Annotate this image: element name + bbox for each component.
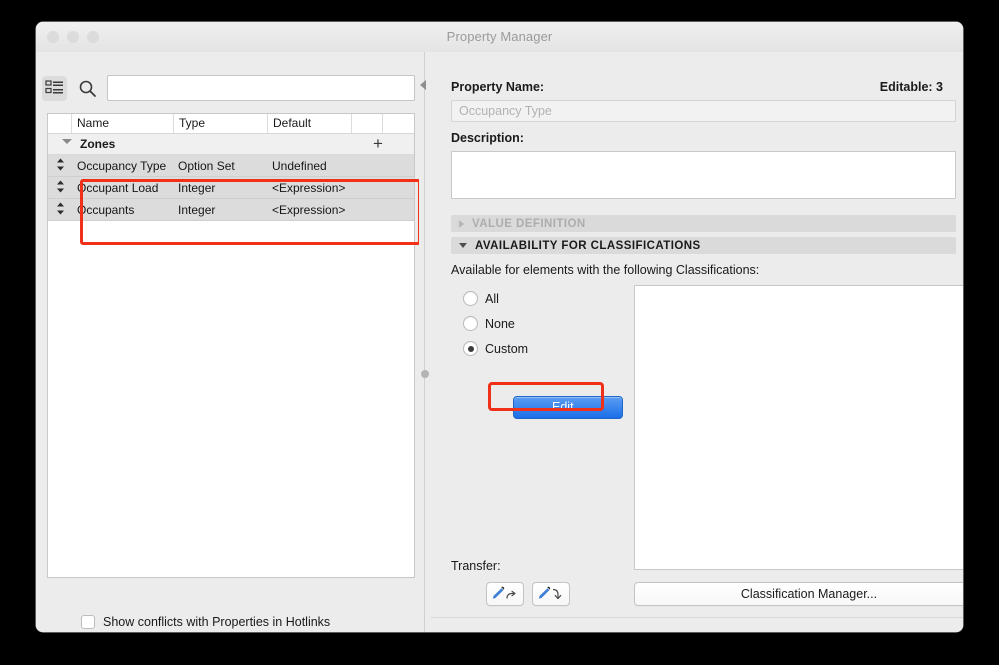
description-label: Description: — [451, 131, 524, 145]
property-name-field[interactable] — [451, 100, 956, 122]
row-default: Undefined — [272, 158, 327, 173]
property-manager-window: Property Manager Name Type Default Zones… — [36, 22, 963, 632]
search-field[interactable] — [107, 75, 415, 101]
eyedropper-down-icon — [538, 586, 562, 599]
table-group-row-zones[interactable]: Zones + — [48, 134, 414, 155]
table-row[interactable]: Occupants Integer <Expression> — [48, 199, 414, 221]
collapse-left-arrow-icon[interactable] — [420, 80, 426, 90]
column-header-type[interactable]: Type — [174, 114, 268, 133]
section-availability-label: AVAILABILITY FOR CLASSIFICATIONS — [475, 239, 701, 252]
table-header-row: Name Type Default — [48, 114, 414, 134]
splitter-grip-handle[interactable] — [421, 370, 429, 378]
row-type: Option Set — [178, 158, 235, 173]
properties-table[interactable]: Name Type Default Zones + Occupancy Type… — [47, 113, 415, 578]
availability-radio-group: All None Custom — [463, 286, 528, 361]
row-drag-handle-icon[interactable] — [48, 180, 72, 196]
left-pane: Name Type Default Zones + Occupancy Type… — [36, 52, 421, 632]
radio-option-custom[interactable]: Custom — [463, 336, 528, 361]
right-pane: Property Name: Editable: 3 Description: … — [431, 52, 963, 632]
row-name: Occupant Load — [77, 180, 159, 195]
eyedropper-up-icon — [492, 586, 516, 599]
editable-count-label: Editable: 3 — [879, 80, 943, 94]
radio-icon[interactable] — [463, 316, 478, 331]
search-input[interactable] — [108, 76, 414, 100]
title-bar: Property Manager — [36, 22, 963, 53]
radio-label: All — [485, 291, 499, 306]
row-name: Occupants — [77, 202, 135, 217]
transfer-pick-button[interactable] — [486, 582, 524, 606]
add-property-icon[interactable]: + — [370, 135, 386, 152]
show-conflicts-checkbox[interactable] — [81, 615, 95, 629]
row-drag-handle-icon[interactable] — [48, 202, 72, 218]
edit-button-wrapper: Edit... — [488, 382, 623, 419]
classification-manager-button[interactable]: Classification Manager... — [634, 582, 963, 606]
section-availability[interactable]: AVAILABILITY FOR CLASSIFICATIONS — [451, 237, 956, 254]
group-label: Zones — [80, 137, 116, 151]
transfer-label: Transfer: — [451, 559, 501, 573]
radio-label: None — [485, 316, 515, 331]
radio-icon[interactable] — [463, 291, 478, 306]
table-row[interactable]: Occupant Load Integer <Expression> — [48, 177, 414, 199]
table-row[interactable]: Occupancy Type Option Set Undefined — [48, 155, 414, 177]
row-type: Integer — [178, 180, 216, 195]
property-name-input[interactable] — [452, 101, 955, 121]
row-type: Integer — [178, 202, 216, 217]
column-header-default[interactable]: Default — [268, 114, 352, 133]
row-drag-handle-icon[interactable] — [48, 158, 72, 174]
left-toolbar — [42, 75, 415, 103]
property-name-label: Property Name: — [451, 80, 545, 94]
show-conflicts-label: Show conflicts with Properties in Hotlin… — [103, 615, 331, 629]
description-textarea[interactable] — [451, 151, 956, 199]
search-icon[interactable] — [78, 79, 97, 98]
availability-description: Available for elements with the followin… — [451, 263, 760, 277]
radio-option-none[interactable]: None — [463, 311, 528, 336]
column-header-extra-1[interactable] — [352, 114, 383, 133]
classification-list[interactable] — [634, 285, 963, 570]
radio-icon-selected[interactable] — [463, 341, 478, 356]
disclosure-triangle-icon[interactable] — [62, 139, 72, 149]
pane-splitter[interactable] — [419, 52, 431, 632]
column-header-handle[interactable] — [48, 114, 72, 133]
window-title: Property Manager — [446, 29, 553, 44]
column-header-name[interactable]: Name — [72, 114, 174, 133]
row-default: <Expression> — [272, 180, 346, 195]
radio-option-all[interactable]: All — [463, 286, 528, 311]
splitter-line — [424, 52, 425, 632]
section-value-definition[interactable]: VALUE DEFINITION — [451, 215, 956, 232]
footer-divider — [431, 617, 963, 618]
edit-button[interactable]: Edit... — [513, 396, 623, 419]
section-value-definition-label: VALUE DEFINITION — [472, 217, 586, 230]
chevron-right-icon[interactable] — [459, 219, 464, 228]
row-default: <Expression> — [272, 202, 346, 217]
list-view-icon[interactable] — [42, 76, 67, 101]
radio-label: Custom — [485, 341, 529, 356]
show-conflicts-checkbox-row[interactable]: Show conflicts with Properties in Hotlin… — [81, 615, 330, 629]
row-name: Occupancy Type — [77, 158, 167, 173]
chevron-down-icon[interactable] — [459, 243, 467, 248]
column-header-extra-2[interactable] — [383, 114, 414, 133]
transfer-buttons — [486, 582, 570, 606]
transfer-apply-button[interactable] — [532, 582, 570, 606]
